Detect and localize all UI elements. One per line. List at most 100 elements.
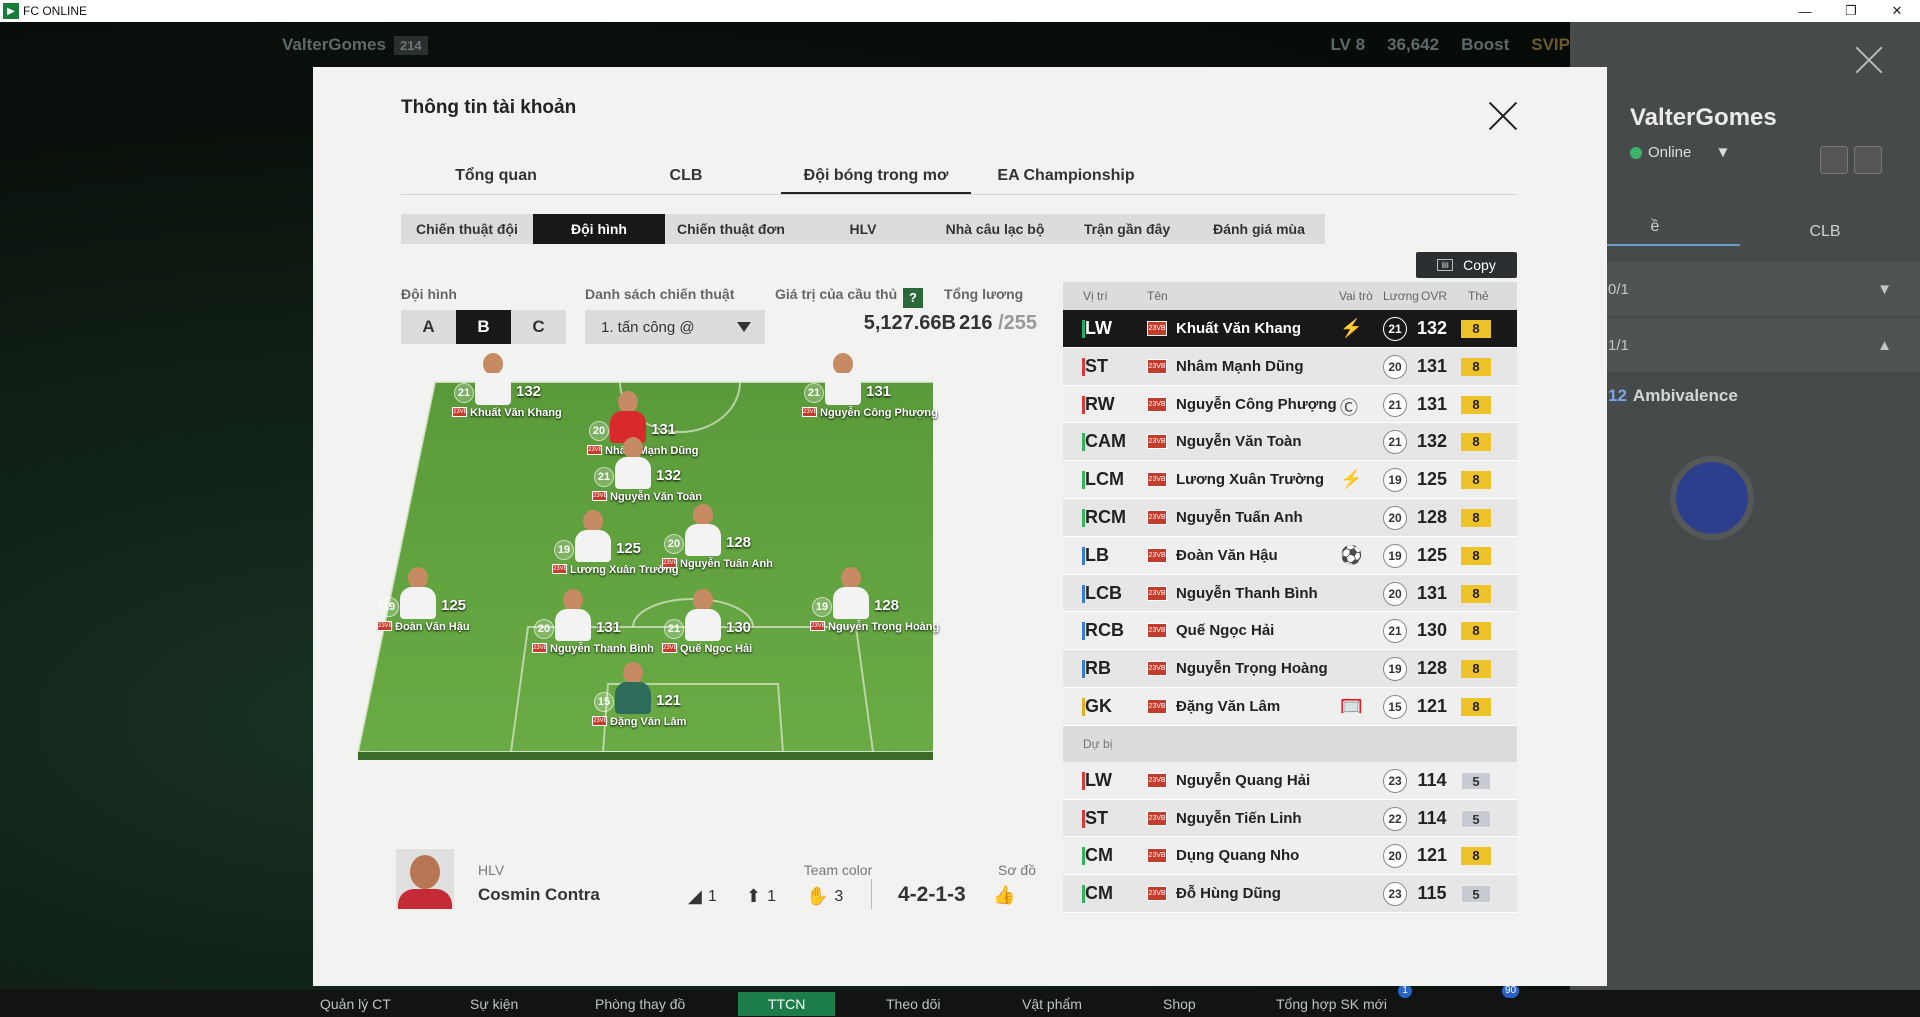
player-ovr: 130 [726,619,752,636]
row-ovr: 121 [1416,845,1448,866]
season-badge-icon: 23VB [1147,886,1167,902]
table-row[interactable]: LCM 23VB Lương Xuân Trường ⚡ 19 125 8 [1063,461,1517,499]
side-close-icon[interactable] [1854,44,1884,74]
nav-ttcn[interactable]: TTCN [738,991,836,1016]
salary-used: 216 [959,312,993,334]
copy-icon: ▤ [1437,259,1454,271]
table-row[interactable]: ST 23VB Nguyễn Tiến Linh 22 114 5 [1063,799,1517,838]
upgrade-icon: ⬆ [746,886,762,906]
subtab-tran-gan-day[interactable]: Trận gần đây [1061,214,1193,244]
goal-icon: 🥅 [1340,695,1363,716]
table-row[interactable]: RW 23VB Nguyễn Công Phượng Ⓒ 21 131 8 [1063,385,1517,424]
nav-vat-pham[interactable]: Vật phẩm [1022,996,1082,1012]
table-row[interactable]: CAM 23VB Nguyễn Văn Toàn 21 132 8 [1063,423,1517,462]
row-position: CM [1085,883,1113,904]
table-row[interactable]: RCB 23VB Quế Ngọc Hải 21 130 8 [1063,612,1517,651]
row-position: CAM [1085,431,1126,452]
season-badge-icon: 23VB [1147,661,1167,677]
upgrade-level-badge: 8 [1461,357,1491,376]
row-ovr: 125 [1416,469,1448,490]
remove-friend-button[interactable] [1854,146,1882,174]
player-ovr: 125 [616,540,642,557]
modal-close-icon[interactable] [1488,101,1518,131]
subtab-danh-gia-mua[interactable]: Đánh giá mùa [1193,214,1325,244]
table-row[interactable]: RCM 23VB Nguyễn Tuấn Anh 20 128 8 [1063,498,1517,537]
team-color-3: ✋ 3 [806,886,843,907]
coach-name: Cosmin Contra [478,885,600,904]
table-row[interactable]: LCB 23VB Nguyễn Thanh Bình 20 131 8 [1063,574,1517,613]
ambivalence-item[interactable]: 12 Ambivalence [1608,386,1738,406]
bg-header-right: LV 8 36,642 Boost SVIP [1330,35,1570,55]
row-player-name: Nguyễn Công Phượng [1176,395,1337,413]
nav-quan-ly[interactable]: Quản lý CT [320,996,391,1012]
season-badge-icon: 23VB [552,564,568,574]
row-ovr: 121 [1416,695,1448,716]
row-player-name: Nguyễn Tuấn Anh [1176,508,1303,526]
table-row[interactable]: LW 23VB Nguyễn Quang Hải 23 114 5 [1063,761,1517,800]
season-badge-icon: 23VB [802,407,818,417]
row-salary: 21 [1383,392,1407,417]
row-position: RCM [1085,506,1126,527]
kick-icon: ⚡ [1340,469,1363,490]
close-window-button[interactable]: ✕ [1874,0,1920,22]
row-salary: 21 [1383,619,1407,644]
minimize-button[interactable]: — [1782,0,1828,22]
player-name: Quế Ngọc Hải [680,643,753,655]
nav-shop[interactable]: Shop [1163,996,1196,1012]
nav-su-kien[interactable]: Sự kiện [470,996,518,1012]
side-row-1[interactable]: 0/1 ▼ [1570,262,1920,316]
side-row-2[interactable]: 1/1 ▲ [1570,318,1920,372]
table-row[interactable]: CM 23VB Đỗ Hùng Dũng 23 115 5 [1063,875,1517,913]
player-salary: 19 [812,597,832,617]
notif-badge-1: 1 [1398,984,1412,998]
player-ovr: 131 [596,619,622,636]
upgrade-level-badge: 8 [1461,622,1491,641]
player-portrait [607,391,649,443]
table-row[interactable]: LW 23VB Khuất Văn Khang ⚡ 21 132 8 [1063,310,1517,348]
side-tab-clb[interactable]: CLB [1740,223,1910,241]
table-row[interactable]: CM 23VB Dụng Quang Nho 20 121 8 [1063,837,1517,876]
add-friend-button[interactable] [1820,146,1848,174]
nav-phong-thay-do[interactable]: Phòng thay đồ [595,996,685,1012]
row-salary: 21 [1383,317,1407,341]
table-row[interactable]: GK 23VB Đặng Văn Lâm 🥅 15 121 8 [1063,687,1517,726]
side-tabs: ề CLB [1570,204,1920,260]
row-ovr: 131 [1416,582,1448,603]
tab-ea-championship[interactable]: EA Championship [971,167,1161,194]
player-ovr: 132 [516,383,542,400]
bottom-navigation: Quản lý CT Sự kiện Phòng thay đồ TTCN Th… [0,984,1920,1017]
player-salary: 15 [594,692,614,712]
row-ovr: 128 [1416,658,1448,679]
nav-theo-doi[interactable]: Theo dõi [886,996,940,1012]
chat-button[interactable] [1676,462,1748,534]
window-controls: — ❐ ✕ [1782,0,1920,22]
online-dot-icon [1630,147,1642,160]
row-player-name: Nguyễn Trọng Hoàng [1176,660,1328,678]
table-row[interactable]: LB 23VB Đoàn Văn Hậu ⚽ 19 125 8 [1063,536,1517,575]
window-titlebar: ▶ FC ONLINE — ❐ ✕ [0,0,1920,22]
restore-button[interactable]: ❐ [1828,0,1874,22]
season-badge-icon: 23VB [1147,772,1167,788]
player-salary: 19 [554,540,574,560]
row-player-name: Nguyễn Quang Hải [1176,771,1311,789]
status-dropdown[interactable]: Online ▼ [1630,144,1730,161]
bg-currency: 36,642 [1387,35,1440,54]
player-ovr: 131 [651,421,677,438]
season-badge-icon: 23VB [1147,472,1167,488]
copy-button[interactable]: ▤ Copy [1416,252,1517,278]
notif-badge-90: 90 [1502,984,1520,998]
kick-icon: ⚡ [1340,318,1363,338]
row-player-name: Đỗ Hùng Dũng [1176,885,1281,903]
row-salary: 19 [1383,468,1407,493]
player-salary: 20 [534,619,554,639]
season-badge-icon: 23VB [662,643,678,653]
row-position: RCB [1085,620,1124,641]
squad-table: Vị trí Tên Vai trò Lương OVR Thẻ LW 23VB K… [1063,282,1517,913]
table-row[interactable]: ST 23VB Nhâm Mạnh Dũng 20 131 8 [1063,347,1517,386]
player-ovr: 132 [656,467,682,484]
subtab-nha-cau-lac-bo[interactable]: Nhà câu lạc bộ [929,214,1061,244]
table-row[interactable]: RB 23VB Nguyễn Trọng Hoàng 19 128 8 [1063,650,1517,688]
row-ovr: 114 [1417,807,1447,828]
nav-tong-hop[interactable]: Tổng hợp SK mới [1276,996,1387,1012]
like-icon[interactable]: 👍 [993,885,1015,906]
